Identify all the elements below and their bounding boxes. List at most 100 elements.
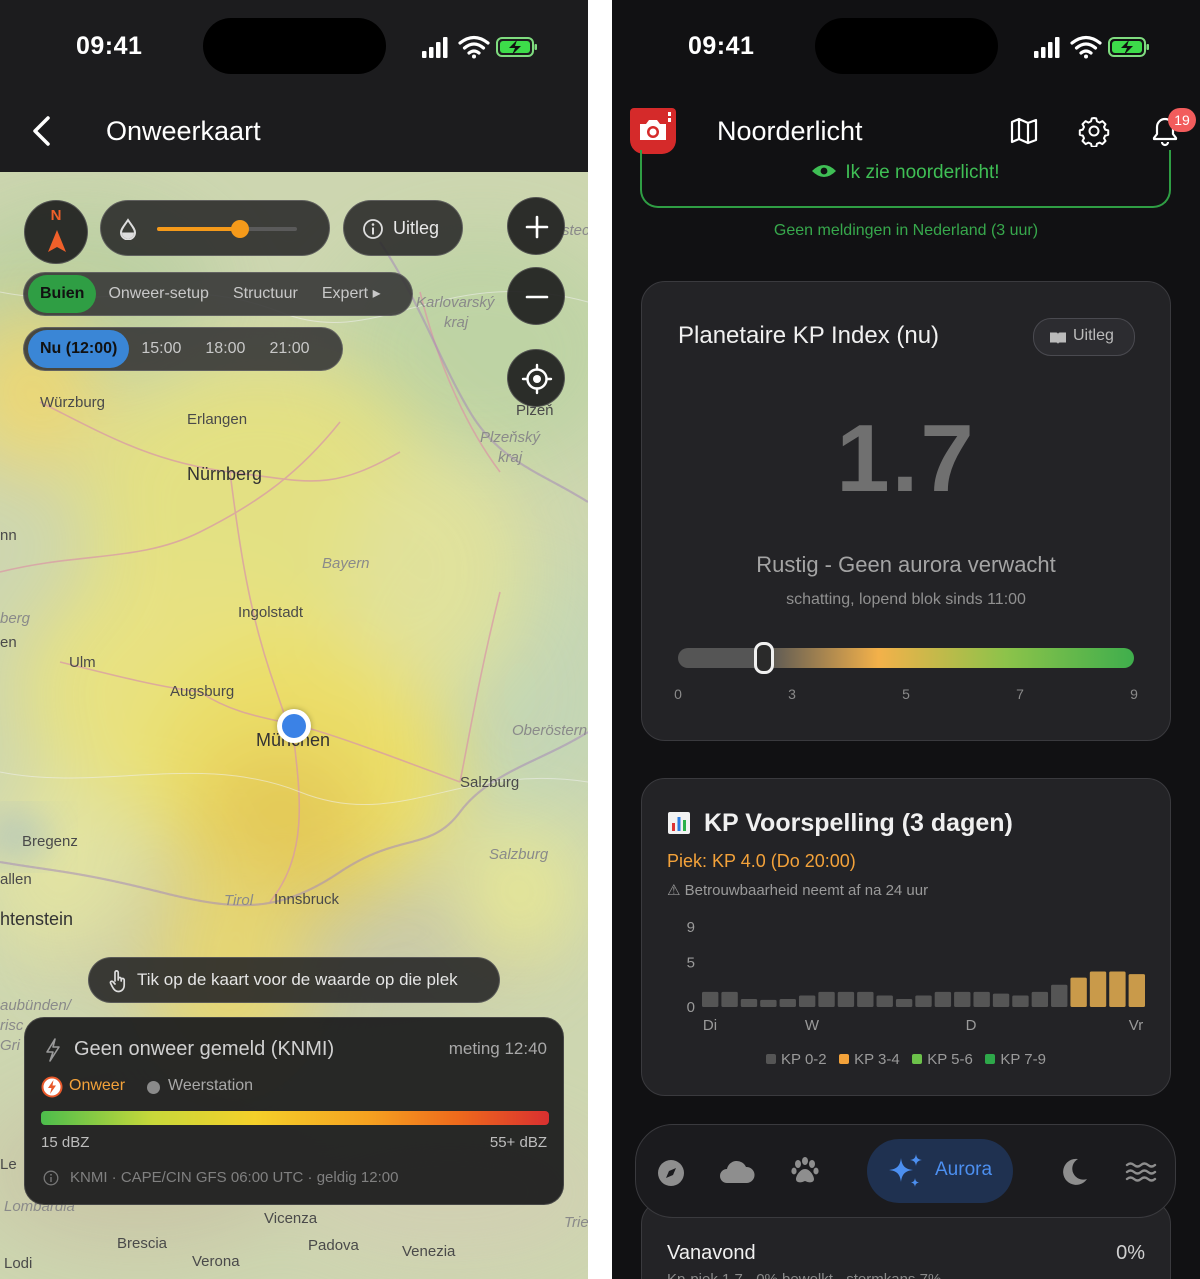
- paw-icon[interactable]: [790, 1156, 820, 1186]
- place-label: Plzeňský: [480, 429, 541, 446]
- chart-bar: [876, 995, 893, 1007]
- time-selector: Nu (12:00) 15:00 18:00 21:00: [23, 327, 343, 371]
- waves-icon[interactable]: [1125, 1161, 1157, 1183]
- place-label: Padova: [308, 1237, 359, 1254]
- panel-time: meting 12:40: [448, 1039, 547, 1058]
- legend-kp34: KP 3-4: [854, 1051, 900, 1068]
- time-tab-2100[interactable]: 21:00: [257, 330, 321, 368]
- opacity-slider-fill: [157, 227, 240, 231]
- tonight-title: Vanavond: [667, 1242, 756, 1264]
- forecast-warning: ⚠ Betrouwbaarheid neemt af na 24 uur: [667, 882, 929, 899]
- explain-button[interactable]: Uitleg: [343, 200, 463, 256]
- book-icon: [1050, 332, 1066, 344]
- mode-tab-buien[interactable]: Buien: [28, 275, 97, 313]
- chart-bar: [915, 995, 932, 1007]
- zoom-out-button[interactable]: [507, 267, 565, 325]
- left-screen: 09:41 Onweerkaart Würzburg Erlangen Nürn…: [0, 0, 588, 1279]
- kp-explain-label: Uitleg: [1073, 327, 1114, 344]
- plus-icon: [525, 215, 549, 239]
- place-label: Salzburg: [460, 774, 520, 791]
- wifi-icon: [1070, 35, 1102, 55]
- place-label: aubünden/: [0, 997, 71, 1014]
- storm-info-panel: Geen onweer gemeld (KNMI) meting 12:40 O…: [24, 1017, 564, 1205]
- place-label: berg: [0, 610, 31, 627]
- opacity-slider-thumb[interactable]: [230, 220, 249, 238]
- chart-bar: [954, 991, 971, 1007]
- source-text: KNMI · CAPE/CIN GFS 06:00 UTC · geldig 1…: [70, 1169, 399, 1186]
- signal-icon: [1034, 37, 1060, 58]
- status-bar: 09:41: [612, 0, 1200, 96]
- chart-bar: [1070, 977, 1087, 1007]
- locate-me-button[interactable]: [507, 349, 565, 407]
- back-arrow-icon[interactable]: [28, 114, 56, 148]
- lightning-icon: [46, 1038, 60, 1062]
- place-label: Bayern: [322, 555, 370, 572]
- status-time: 09:41: [76, 32, 143, 60]
- chart-bar: [818, 991, 835, 1007]
- cloud-icon[interactable]: [718, 1159, 756, 1185]
- tap-hint-text: Tik op de kaart voor de waarde op die pl…: [137, 970, 458, 989]
- compass-arrow-icon: [48, 230, 66, 252]
- nav-tab-aurora[interactable]: Aurora: [867, 1139, 1013, 1203]
- battery-charging-icon: [496, 37, 537, 57]
- no-reports-text: Geen meldingen in Nederland (3 uur): [773, 222, 1039, 239]
- opacity-slider-track[interactable]: [157, 220, 297, 238]
- bottom-nav: Aurora: [635, 1124, 1176, 1218]
- tonight-subtext: Kp-piek 1.7 · 0% bewolkt · stormkans 7%: [667, 1271, 941, 1279]
- source-info-icon: [43, 1170, 59, 1186]
- kp-gauge-track: [678, 642, 1134, 674]
- mode-tab-expert[interactable]: Expert ▸: [310, 275, 393, 313]
- mode-tab-structuur[interactable]: Structuur: [221, 275, 310, 313]
- legend-onweer: Onweer: [69, 1077, 126, 1094]
- page-title: Onweerkaart: [106, 116, 261, 146]
- explain-label: Uitleg: [393, 218, 440, 238]
- sparkles-icon: [889, 1154, 922, 1187]
- moon-icon[interactable]: [1060, 1157, 1088, 1187]
- header: Onweerkaart: [0, 96, 588, 172]
- page-title: Noorderlicht: [717, 116, 863, 146]
- chart-bar: [1128, 974, 1145, 1007]
- place-label: Trie: [564, 1214, 588, 1231]
- nav-tab-aurora-label: Aurora: [935, 1159, 993, 1180]
- legend-kp02-swatch: [766, 1054, 777, 1064]
- place-label: Le: [0, 1156, 17, 1173]
- chart-bar: [1089, 971, 1107, 1007]
- chart-bar: [740, 999, 758, 1007]
- gear-icon[interactable]: [1078, 115, 1110, 147]
- storm-map[interactable]: Würzburg Erlangen Nürnberg Bayern Ingols…: [0, 172, 588, 1279]
- compass-button[interactable]: N: [24, 200, 88, 264]
- mode-tab-onweer-setup[interactable]: Onweer-setup: [96, 275, 221, 313]
- place-label: htenstein: [0, 909, 74, 929]
- camera-icon: [640, 112, 671, 140]
- chart-bar: [837, 991, 855, 1007]
- compass-icon[interactable]: [656, 1158, 686, 1188]
- see-aurora-label: Ik zie noorderlicht!: [642, 162, 1169, 184]
- time-tab-1800[interactable]: 18:00: [193, 330, 257, 368]
- place-label: kraj: [444, 314, 469, 331]
- see-aurora-button[interactable]: Ik zie noorderlicht!: [640, 150, 1171, 208]
- kp-explain-button[interactable]: Uitleg: [1033, 318, 1135, 356]
- info-icon: [363, 219, 383, 239]
- signal-icon: [422, 37, 448, 58]
- tap-hint: Tik op de kaart voor de waarde op die pl…: [88, 957, 500, 1003]
- notification-badge: 19: [1168, 108, 1196, 132]
- dynamic-island: [203, 18, 386, 74]
- forecast-peak: Piek: KP 4.0 (Do 20:00): [667, 851, 856, 871]
- time-tab-1500[interactable]: 15:00: [129, 330, 193, 368]
- place-label: Lodi: [4, 1255, 33, 1272]
- chart-bar: [1051, 984, 1068, 1007]
- app-logo[interactable]: [630, 108, 676, 154]
- zoom-in-button[interactable]: [507, 197, 565, 255]
- station-dot-icon: [147, 1081, 160, 1094]
- reflectivity-scale: [41, 1111, 549, 1125]
- tap-finger-icon: [109, 970, 126, 993]
- wifi-icon: [458, 35, 490, 55]
- time-tab-now[interactable]: Nu (12:00): [28, 330, 130, 368]
- map-icon[interactable]: [1009, 116, 1039, 146]
- kp-gauge-tick-label: 7: [1016, 686, 1024, 702]
- place-label: Venezia: [402, 1243, 456, 1260]
- place-label: allen: [0, 871, 32, 888]
- legend-kp56-swatch: [912, 1054, 923, 1064]
- place-label: Vicenza: [264, 1210, 318, 1227]
- chart-bar: [857, 991, 874, 1007]
